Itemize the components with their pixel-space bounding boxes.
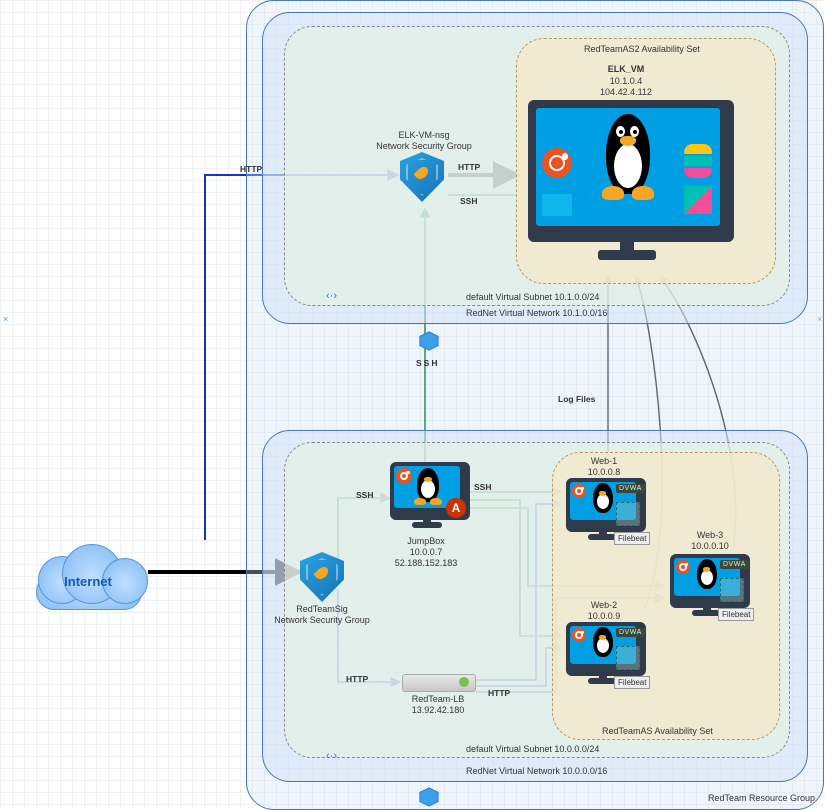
filebeat-icon	[720, 578, 744, 602]
web3-name: Web-3	[680, 530, 740, 540]
nsg-bot-sub: Network Security Group	[268, 615, 376, 625]
filebeat-icon	[616, 502, 640, 526]
filebeat-icon	[616, 646, 640, 670]
web1-ip: 10.0.0.8	[574, 467, 634, 477]
resource-group-label: RedTeam Resource Group	[708, 793, 815, 803]
filebeat-label: Filebeat	[614, 532, 650, 545]
nsg-top-sub: Network Security Group	[370, 141, 478, 151]
avset-bot-label: RedTeamAS Availability Set	[602, 726, 713, 736]
docker-icon	[542, 194, 572, 216]
kibana-icon	[684, 186, 712, 214]
ubuntu-icon	[396, 468, 412, 484]
jumpbox-ip2: 52.188.152.183	[380, 558, 472, 568]
jumpbox-ip1: 10.0.0.7	[386, 547, 466, 557]
edge-ssh-label: SSH	[460, 196, 477, 206]
vnet-peering-icon: ‹·›	[326, 750, 348, 762]
vnet-bot-label: RedNet Virtual Network 10.0.0.0/16	[466, 766, 607, 776]
vnet-peering-icon: ‹·›	[326, 290, 348, 302]
ansible-icon	[446, 498, 466, 518]
elk-vm-icon	[528, 100, 728, 270]
ubuntu-icon	[572, 628, 586, 642]
lb-name: RedTeam-LB	[398, 694, 478, 704]
nsg-bot-name: RedTeamSig	[284, 604, 360, 614]
jumpbox-icon	[390, 462, 464, 534]
elastic-icon	[684, 144, 712, 178]
elk-ip2: 104.42.4.112	[576, 87, 676, 97]
subnet-bot-label: default Virtual Subnet 10.0.0.0/24	[466, 744, 599, 754]
nsg-top-name: ELK-VM-nsg	[386, 130, 462, 140]
subnet-top-label: default Virtual Subnet 10.1.0.0/24	[466, 292, 599, 302]
elk-name: ELK_VM	[576, 64, 676, 74]
ubuntu-icon	[572, 484, 586, 498]
dvwa-label: DVWA	[720, 560, 749, 569]
vnet-top-label: RedNet Virtual Network 10.1.0.0/16	[466, 308, 607, 318]
ubuntu-icon	[676, 560, 690, 574]
internet-label: Internet	[28, 574, 148, 589]
edge-http-label: HTTP	[488, 688, 510, 698]
lb-ip: 13.92.42.180	[398, 705, 478, 715]
filebeat-label: Filebeat	[718, 608, 754, 621]
edge-http-label: HTTP	[458, 162, 480, 172]
elk-ip1: 10.1.0.4	[576, 76, 676, 86]
azure-vnet-icon	[418, 786, 440, 808]
edge-ssh-label: SSH	[356, 490, 373, 500]
edge-logfiles-label: Log Files	[558, 394, 595, 404]
edge-http-label: HTTP	[346, 674, 368, 684]
diagram-canvas: × ×	[0, 0, 825, 809]
avset-top-label: RedTeamAS2 Availability Set	[584, 44, 700, 54]
jumpbox-name: JumpBox	[386, 536, 466, 546]
dvwa-label: DVWA	[616, 628, 645, 637]
edge-ssh-label: SSH	[416, 358, 439, 368]
internet-cloud: Internet	[28, 538, 148, 608]
web1-name: Web-1	[574, 456, 634, 466]
load-balancer-icon	[402, 674, 476, 692]
web2-ip: 10.0.0.9	[574, 611, 634, 621]
filebeat-label: Filebeat	[614, 676, 650, 689]
edge-ssh-label: SSH	[474, 482, 491, 492]
azure-vnet-icon	[418, 330, 440, 352]
edge-http-label: HTTP	[240, 164, 262, 174]
web2-name: Web-2	[574, 600, 634, 610]
dvwa-label: DVWA	[616, 484, 645, 493]
web3-ip: 10.0.0.10	[680, 541, 740, 551]
ubuntu-icon	[542, 148, 572, 178]
